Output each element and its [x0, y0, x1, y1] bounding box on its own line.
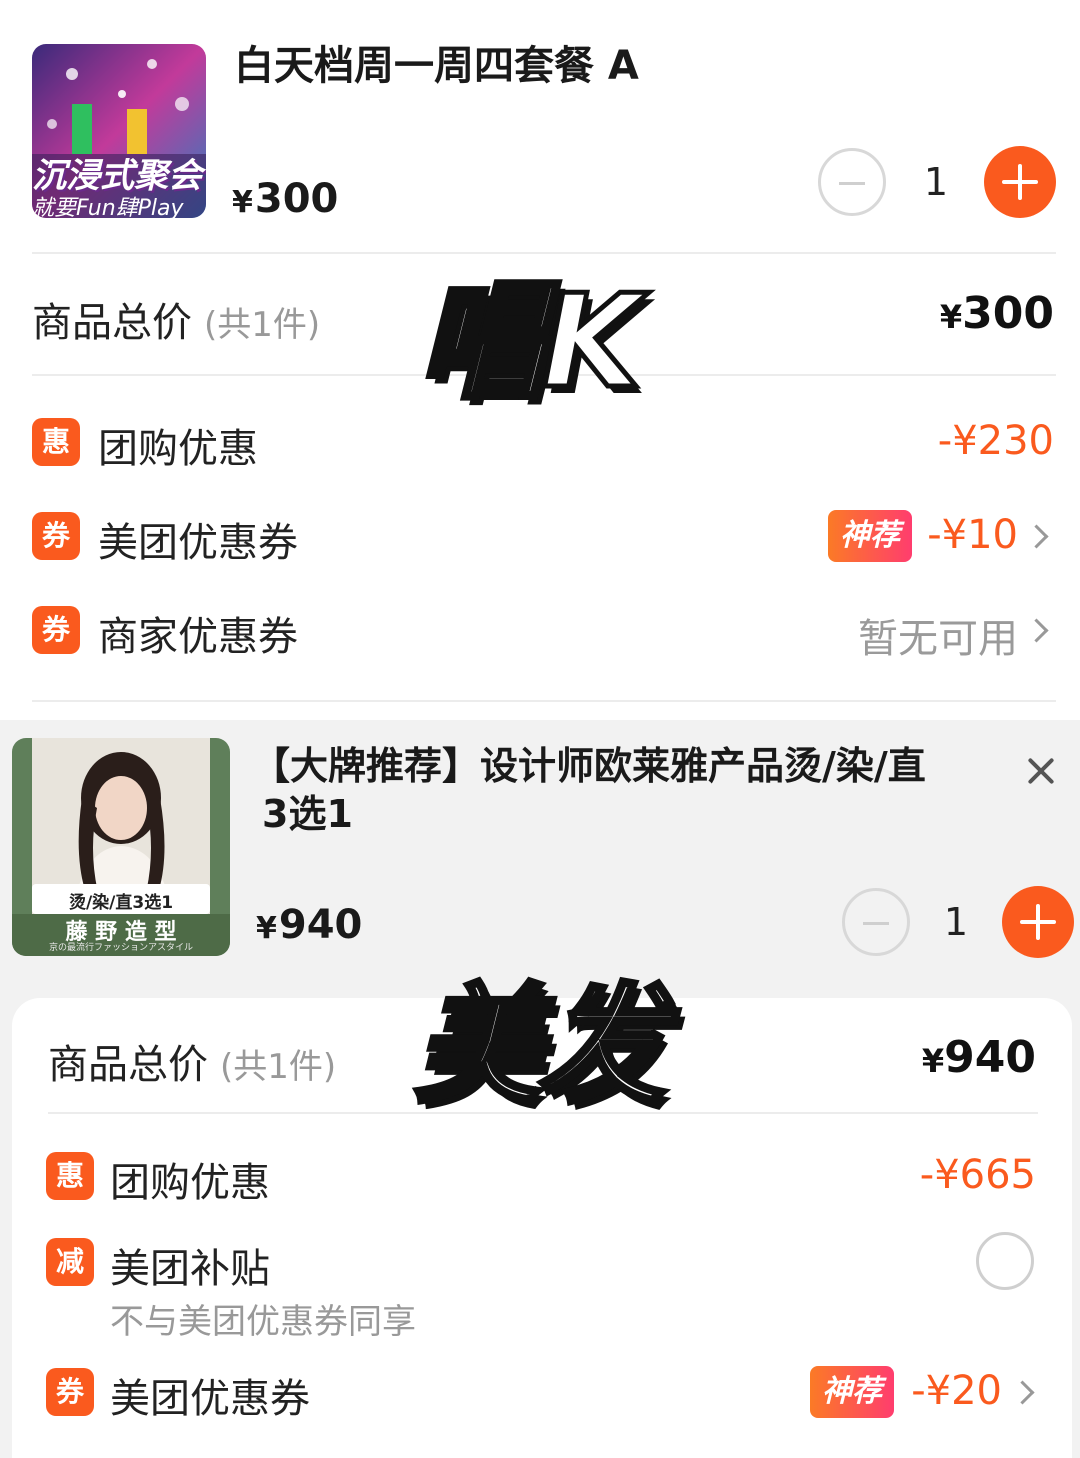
merchant-coupon-label: 商家优惠券 — [98, 614, 298, 660]
product-title-line1: 【大牌推荐】设计师欧莱雅产品烫/染/直 — [252, 744, 926, 788]
price-symbol: ¥ — [256, 911, 277, 946]
group-discount-value: -¥230 — [937, 418, 1054, 464]
item-count: (共1件) — [220, 1047, 337, 1087]
meituan-coupon-value[interactable]: -¥20 — [911, 1368, 1002, 1414]
increase-quantity-button[interactable] — [984, 146, 1056, 218]
recommended-tag: 神荐 — [810, 1366, 894, 1418]
total-price-label: 商品总价 (共1件) — [32, 290, 320, 348]
chevron-right-icon[interactable] — [1010, 1380, 1035, 1405]
product-title: 白天档周一周四套餐 A — [234, 43, 639, 89]
total-label-text: 商品总价 — [32, 300, 192, 346]
quantity-value: 1 — [943, 900, 969, 944]
coupon-badge: 券 — [46, 1368, 94, 1416]
subsidy-note: 不与美团优惠券同享 — [110, 1302, 416, 1342]
total-amount: 940 — [944, 1032, 1036, 1083]
group-discount-value: -¥665 — [919, 1152, 1036, 1198]
meituan-subsidy-label: 美团补贴 — [110, 1246, 270, 1292]
product-image-hair: 烫/染/直3选1 藤 野 造 型 京の最流行ファッションアスタイル — [12, 738, 230, 956]
merchant-coupon-value[interactable]: 暂无可用 — [858, 606, 1018, 664]
price-value: 940 — [278, 902, 363, 948]
product-title-line2: 3选1 — [262, 792, 353, 836]
recommended-tag: 神荐 — [828, 510, 912, 562]
overlay-caption-hair: 美发 — [411, 970, 668, 1124]
group-discount-label: 团购优惠 — [110, 1160, 270, 1206]
total-price-value: ¥940 — [922, 1032, 1036, 1083]
divider — [32, 700, 1056, 702]
chevron-right-icon[interactable] — [1024, 618, 1049, 643]
meituan-coupon-value[interactable]: -¥10 — [927, 512, 1018, 558]
overlay-caption-ktv: 唱K — [415, 266, 643, 420]
meituan-coupon-label: 美团优惠券 — [98, 520, 298, 566]
coupon-badge: 券 — [32, 606, 80, 654]
total-price-label: 商品总价 (共1件) — [48, 1032, 336, 1090]
image-caption-3: 京の最流行ファッションアスタイル — [48, 943, 193, 953]
discount-badge: 惠 — [32, 418, 80, 466]
product-price: ¥940 — [256, 902, 362, 948]
image-caption-2: 就要Fun肆Play — [32, 196, 184, 218]
meituan-coupon-label: 美团优惠券 — [110, 1376, 310, 1422]
price-value: 300 — [254, 176, 339, 222]
total-amount: 300 — [962, 288, 1054, 339]
decrease-quantity-button[interactable] — [842, 888, 910, 956]
quantity-value: 1 — [923, 160, 949, 204]
price-symbol: ¥ — [232, 185, 253, 220]
coupon-badge: 券 — [32, 512, 80, 560]
item-count: (共1件) — [204, 305, 321, 345]
group-discount-label: 团购优惠 — [98, 426, 258, 472]
image-caption-1: 烫/染/直3选1 — [68, 893, 174, 913]
total-price-value: ¥300 — [940, 288, 1054, 339]
total-symbol: ¥ — [939, 298, 963, 336]
discount-badge: 惠 — [46, 1152, 94, 1200]
chevron-right-icon[interactable] — [1024, 524, 1049, 549]
product-price: ¥300 — [232, 176, 338, 222]
close-icon[interactable] — [1026, 756, 1056, 786]
increase-quantity-button[interactable] — [1002, 886, 1074, 958]
total-symbol: ¥ — [921, 1042, 945, 1080]
total-label-text: 商品总价 — [48, 1042, 208, 1088]
subsidy-radio[interactable] — [976, 1232, 1034, 1290]
subsidy-badge: 减 — [46, 1238, 94, 1286]
product-image-ktv: 沉浸式聚会 就要Fun肆Play — [32, 44, 206, 218]
decrease-quantity-button[interactable] — [818, 148, 886, 216]
